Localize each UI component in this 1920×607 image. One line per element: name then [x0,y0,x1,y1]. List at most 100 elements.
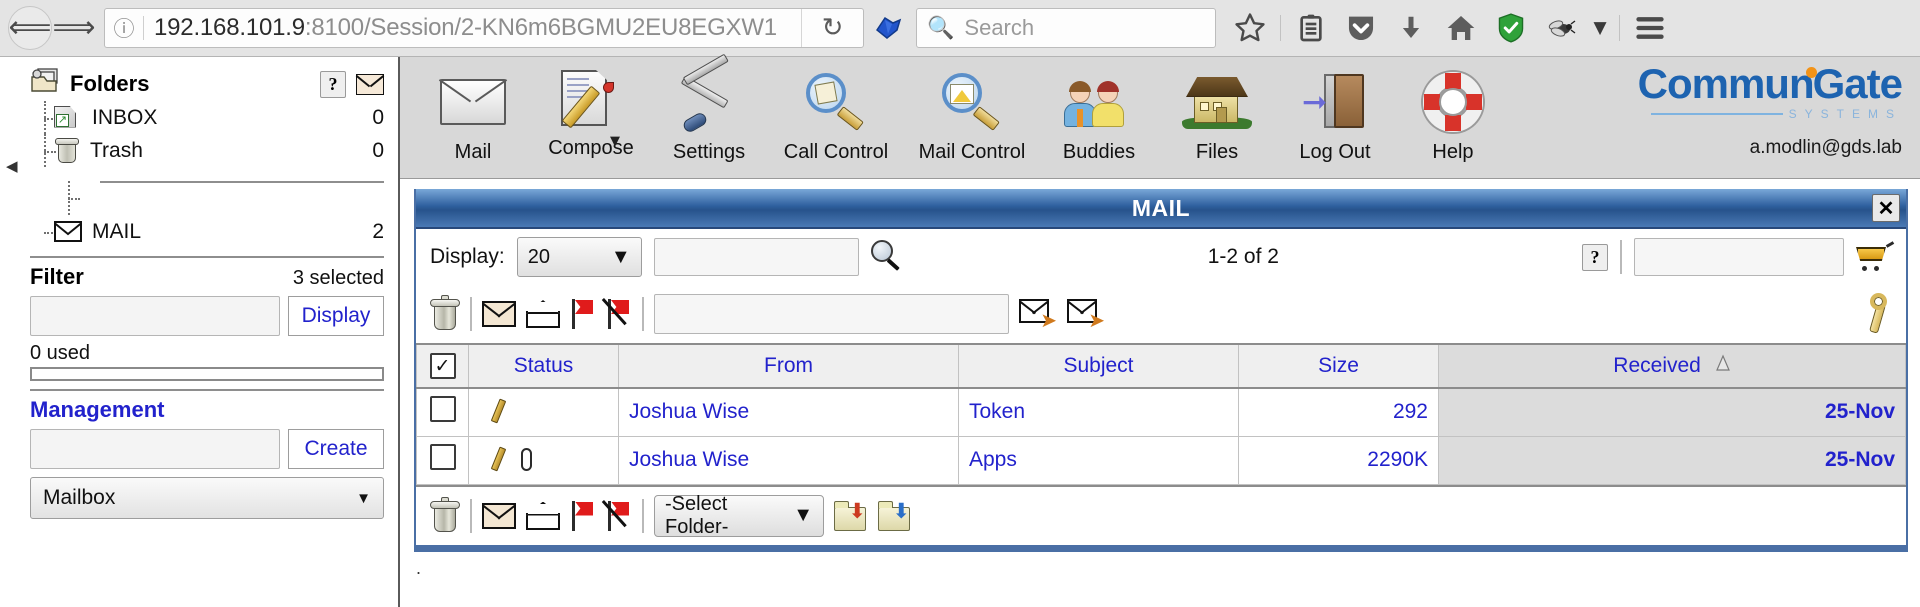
star-icon[interactable] [1226,4,1274,52]
copy-arrow: ⬇ [848,498,866,523]
flag-off-icon[interactable] [602,298,632,329]
folder-move-icon[interactable]: ⬇ [878,500,912,531]
folder-select[interactable]: -Select Folder- ▼ [654,493,824,538]
library-icon[interactable] [1287,4,1335,52]
forward-button[interactable]: ⟹ [53,6,96,50]
table-row[interactable]: Joshua Wise Apps 2290K 25-Nov [416,435,1906,485]
shield-check-icon[interactable] [1487,4,1535,52]
info-circle-icon[interactable]: ⓘ [105,9,143,47]
envelope-closed-icon[interactable] [482,502,516,529]
envelope-open-icon[interactable] [526,300,560,328]
envelope-forward-alt-icon[interactable]: ➤ [1067,299,1105,330]
mail-help-button[interactable]: ? [1582,243,1609,271]
toolbar-item-label: Log Out [1299,141,1371,163]
envelope-open-icon[interactable] [526,501,560,530]
folders-help-button[interactable]: ? [320,70,346,98]
toolbar-item-log-out[interactable]: ➞ Log Out [1276,57,1394,175]
address-bar[interactable]: ⓘ 192.168.101.9:8100/Session/2-KN6m6BGMU… [104,8,864,48]
sidebar-item-trash[interactable]: Trash 0 [30,134,384,167]
flag-off-icon[interactable] [602,499,632,531]
close-icon[interactable]: ✕ [1872,194,1900,222]
paperclip-icon[interactable] [519,447,535,473]
management-type-select[interactable]: Mailbox ▼ [30,477,384,519]
download-arrow-icon[interactable] [1387,4,1435,52]
flag-icon[interactable] [570,500,596,531]
magnifier-icon[interactable] [870,240,905,274]
select-all-checkbox[interactable]: ✓ [429,353,456,379]
toolbar-item-call-control[interactable]: Call Control [768,57,904,175]
main-panel: Mail Compose ▼ Settings Call Control Mai… [400,53,1920,607]
sidebar-item-inbox[interactable]: ↗ INBOX 0 [30,101,384,134]
envelope-forward-icon[interactable]: ➤ [1019,299,1057,330]
toolbar-item-settings[interactable]: Settings [650,53,768,175]
column-header-from[interactable]: From [618,343,959,389]
toolbar-item-files[interactable]: Files [1158,57,1276,175]
wrench-icon[interactable] [1866,293,1892,335]
filter-display-button[interactable]: Display [288,296,384,336]
bulk-action-input[interactable] [654,294,1009,334]
new-message-icon[interactable] [356,73,384,95]
create-button[interactable]: Create [288,429,384,469]
back-button[interactable]: ⟸ [8,6,52,50]
toolbar-item-buddies[interactable]: Buddies [1040,57,1158,175]
sidebar-item-mail[interactable]: MAIL 2 [30,215,384,248]
row-subject[interactable]: Token [958,387,1239,437]
filter-input[interactable] [30,296,280,336]
house-glyph [1182,75,1252,129]
search-engine-icon[interactable] [864,4,912,52]
basket-icon[interactable] [1856,241,1895,271]
row-checkbox[interactable] [429,444,456,470]
buddy-hair [1097,81,1119,92]
folder-tab [834,500,849,508]
home-icon[interactable] [1437,4,1485,52]
chevron-down-icon[interactable]: ▼ [1587,4,1613,52]
toolbar-item-compose[interactable]: Compose ▼ [532,57,650,175]
column-header-status[interactable]: Status [468,343,619,389]
pencil-icon[interactable] [487,446,509,473]
row-checkbox[interactable] [429,396,456,423]
select-all-header[interactable]: ✓ [416,343,469,389]
hamburger-menu-icon[interactable] [1626,4,1674,52]
tools-wrench-screwdriver-icon [677,53,741,139]
envelope-flap [526,501,560,516]
flag-icon[interactable] [570,299,596,329]
flag-pole [572,500,575,531]
row-from[interactable]: Joshua Wise [618,387,959,437]
chevron-glyph: ▼ [1593,18,1607,38]
buddies-people-icon [1064,65,1134,139]
reload-button[interactable]: ↻ [801,9,863,47]
buddy-two [1092,81,1124,127]
collapse-left-arrow-icon[interactable]: ◀ [6,157,18,175]
pencil-icon[interactable] [487,398,509,425]
toolbar-item-help[interactable]: Help [1394,57,1512,175]
lifering-segment [1466,94,1482,110]
page-size-select[interactable]: 20 ▼ [516,237,642,277]
trash-icon[interactable] [430,295,460,331]
envelope-closed-icon[interactable] [482,301,516,327]
mail-window-body: Display: 20 ▼ 1-2 of 2 ? ➤ ➤ ✓ Status Fr… [416,229,1906,545]
column-header-received[interactable]: Received [1438,343,1906,389]
row-from[interactable]: Joshua Wise [618,435,959,485]
chevron-down-icon[interactable]: ▼ [610,134,620,149]
row-select-cell[interactable] [416,435,469,485]
management-input[interactable] [30,429,280,469]
door-glyph: ➞ [1302,74,1368,130]
toolbar-item-mail[interactable]: Mail [414,57,532,175]
pocket-shield-icon[interactable] [1337,4,1385,52]
chevron-down-icon: ▼ [793,504,813,526]
management-title[interactable]: Management [30,397,384,423]
trash-icon[interactable] [430,496,460,533]
folders-stack-icon [30,67,60,101]
column-header-subject[interactable]: Subject [958,343,1239,389]
toolbar-item-mail-control[interactable]: Mail Control [904,57,1040,175]
folder-copy-icon[interactable]: ⬇ [834,498,868,531]
filter-selected-note: 3 selected [292,267,384,289]
message-search-input[interactable] [653,238,859,276]
column-header-size[interactable]: Size [1238,343,1439,389]
quick-action-input[interactable] [1634,238,1845,276]
row-subject[interactable]: Apps [958,435,1239,485]
row-select-cell[interactable] [416,387,469,437]
search-input[interactable]: 🔍 Search [916,8,1216,48]
table-row[interactable]: Joshua Wise Token 292 25-Nov [416,387,1906,437]
bug-icon[interactable] [1537,4,1585,52]
